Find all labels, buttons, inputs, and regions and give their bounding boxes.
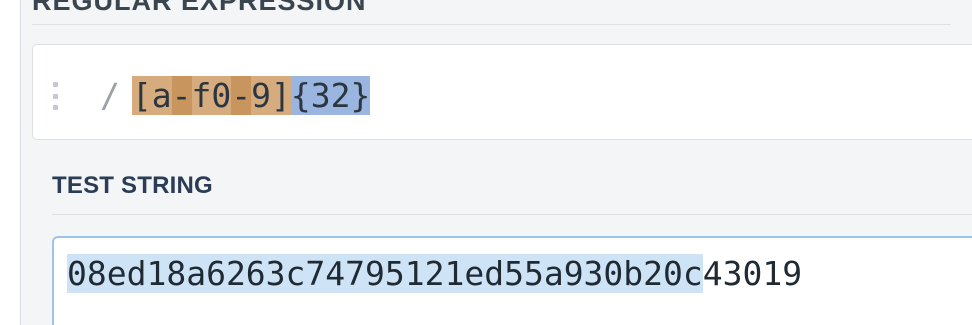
- char-class-open: [: [131, 75, 152, 115]
- char-class-digit-end: 9: [251, 75, 271, 115]
- left-gutter: [0, 0, 21, 325]
- char-class-range-dash: -: [171, 75, 192, 115]
- char-class-range-end: f: [191, 75, 212, 115]
- char-class-digit-start: 0: [211, 75, 232, 115]
- test-string-text[interactable]: 08ed18a6263c74795121ed55a930b20c 43019: [67, 250, 972, 296]
- drag-handle-icon[interactable]: [53, 82, 61, 110]
- regex-section-divider: [32, 24, 951, 25]
- regex-delimiter: /: [100, 75, 120, 115]
- test-string-title: TEST STRING: [52, 172, 213, 199]
- match-highlight: 08ed18a6263c74795121ed55a930b20c: [67, 253, 703, 293]
- char-class-range-start: a: [151, 75, 172, 115]
- unmatched-text: 43019: [702, 253, 803, 293]
- char-class-digit-dash: -: [231, 75, 252, 115]
- char-class-close: ]: [271, 75, 291, 115]
- regex-section-title: REGULAR EXPRESSION: [32, 0, 367, 16]
- regex-expression[interactable]: / [ a - f 0 - 9 ] {32}: [100, 72, 371, 118]
- test-section-divider: [52, 214, 972, 215]
- quantifier-token: {32}: [290, 75, 371, 115]
